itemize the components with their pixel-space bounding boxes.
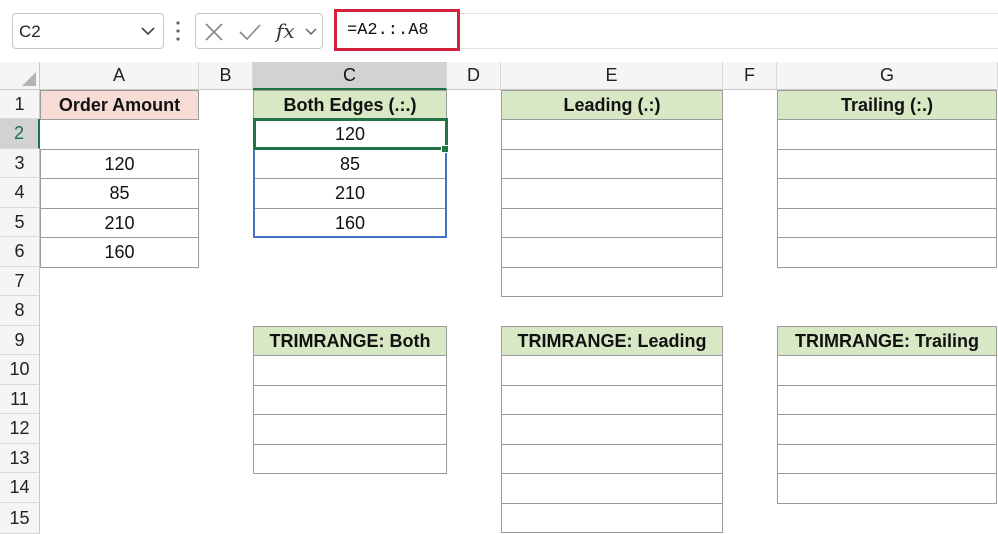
row-header-5[interactable]: 5 bbox=[0, 208, 40, 237]
cell-c4[interactable]: 210 bbox=[253, 178, 447, 209]
cell-a5[interactable]: 210 bbox=[40, 208, 199, 238]
row-header-15[interactable]: 15 bbox=[0, 503, 40, 534]
chevron-down-icon[interactable] bbox=[305, 27, 317, 36]
cell-e4[interactable] bbox=[501, 178, 723, 209]
row-header-1[interactable]: 1 bbox=[0, 90, 40, 119]
cell-e13[interactable] bbox=[501, 444, 723, 474]
cell-e9[interactable]: TRIMRANGE: Leading bbox=[501, 326, 723, 356]
cell-e14[interactable] bbox=[501, 473, 723, 504]
cell-g5[interactable] bbox=[777, 208, 997, 238]
cell-g4[interactable] bbox=[777, 178, 997, 209]
column-header-f[interactable]: F bbox=[723, 62, 777, 90]
name-box-value: C2 bbox=[19, 22, 41, 41]
cell-g13[interactable] bbox=[777, 444, 997, 474]
cell-c10[interactable] bbox=[253, 355, 447, 386]
row-header-6[interactable]: 6 bbox=[0, 237, 40, 267]
cell-g1[interactable]: Trailing (:.) bbox=[777, 90, 997, 120]
fill-handle[interactable] bbox=[441, 145, 449, 153]
cell-e3[interactable] bbox=[501, 149, 723, 179]
cell-g6[interactable] bbox=[777, 237, 997, 268]
formula-bar: C2 fx =A2.:.A8 bbox=[0, 0, 998, 62]
cell-c3[interactable]: 85 bbox=[253, 149, 447, 179]
cell-e15[interactable] bbox=[501, 503, 723, 533]
row-header-3[interactable]: 3 bbox=[0, 149, 40, 178]
formula-input[interactable]: =A2.:.A8 bbox=[334, 9, 460, 51]
row-header-10[interactable]: 10 bbox=[0, 355, 40, 385]
cell-c12[interactable] bbox=[253, 414, 447, 445]
cell-a3[interactable]: 120 bbox=[40, 149, 199, 179]
cell-e6[interactable] bbox=[501, 237, 723, 268]
cell-c11[interactable] bbox=[253, 385, 447, 415]
row-header-14[interactable]: 14 bbox=[0, 473, 40, 503]
column-header-c[interactable]: C bbox=[253, 62, 447, 90]
formula-input-area[interactable] bbox=[460, 13, 998, 49]
cell-g3[interactable] bbox=[777, 149, 997, 179]
cell-e1[interactable]: Leading (.:) bbox=[501, 90, 723, 120]
row-header-13[interactable]: 13 bbox=[0, 444, 40, 473]
select-all-triangle-icon bbox=[22, 72, 36, 86]
cell-c13[interactable] bbox=[253, 444, 447, 474]
insert-function-button[interactable]: fx bbox=[276, 19, 295, 43]
row-header-4[interactable]: 4 bbox=[0, 178, 40, 208]
name-box[interactable]: C2 bbox=[12, 13, 164, 49]
select-all-corner[interactable] bbox=[0, 62, 40, 90]
cell-e12[interactable] bbox=[501, 414, 723, 445]
row-header-8[interactable]: 8 bbox=[0, 296, 40, 326]
cell-g11[interactable] bbox=[777, 385, 997, 415]
cell-e11[interactable] bbox=[501, 385, 723, 415]
enter-check-icon[interactable] bbox=[238, 22, 262, 42]
row-header-9[interactable]: 9 bbox=[0, 326, 40, 355]
cell-a1[interactable]: Order Amount bbox=[40, 90, 199, 120]
cell-g2[interactable] bbox=[777, 119, 997, 150]
cell-g9[interactable]: TRIMRANGE: Trailing bbox=[777, 326, 997, 356]
cell-c9[interactable]: TRIMRANGE: Both bbox=[253, 326, 447, 356]
column-header-e[interactable]: E bbox=[501, 62, 723, 90]
cell-e10[interactable] bbox=[501, 355, 723, 386]
chevron-down-icon[interactable] bbox=[141, 26, 155, 36]
cell-e5[interactable] bbox=[501, 208, 723, 238]
row-header-12[interactable]: 12 bbox=[0, 414, 40, 444]
cell-g10[interactable] bbox=[777, 355, 997, 386]
column-header-d[interactable]: D bbox=[447, 62, 501, 90]
row-header-7[interactable]: 7 bbox=[0, 267, 40, 296]
cancel-icon[interactable] bbox=[204, 22, 224, 42]
more-options-icon[interactable] bbox=[175, 20, 181, 42]
column-header-a[interactable]: A bbox=[40, 62, 199, 90]
column-header-b[interactable]: B bbox=[199, 62, 253, 90]
cell-e2[interactable] bbox=[501, 119, 723, 150]
row-header-11[interactable]: 11 bbox=[0, 385, 40, 414]
cell-a6[interactable]: 160 bbox=[40, 237, 199, 268]
cell-c5[interactable]: 160 bbox=[253, 208, 447, 238]
cell-c2[interactable]: 120 bbox=[253, 119, 447, 150]
formula-text: =A2.:.A8 bbox=[347, 21, 429, 40]
cell-e7[interactable] bbox=[501, 267, 723, 297]
row-header-2[interactable]: 2 bbox=[0, 119, 40, 149]
cell-c1[interactable]: Both Edges (.:.) bbox=[253, 90, 447, 120]
column-header-g[interactable]: G bbox=[777, 62, 998, 90]
cell-g12[interactable] bbox=[777, 414, 997, 445]
formula-controls: fx bbox=[195, 13, 323, 49]
cell-a4[interactable]: 85 bbox=[40, 178, 199, 209]
cell-g14[interactable] bbox=[777, 473, 997, 504]
